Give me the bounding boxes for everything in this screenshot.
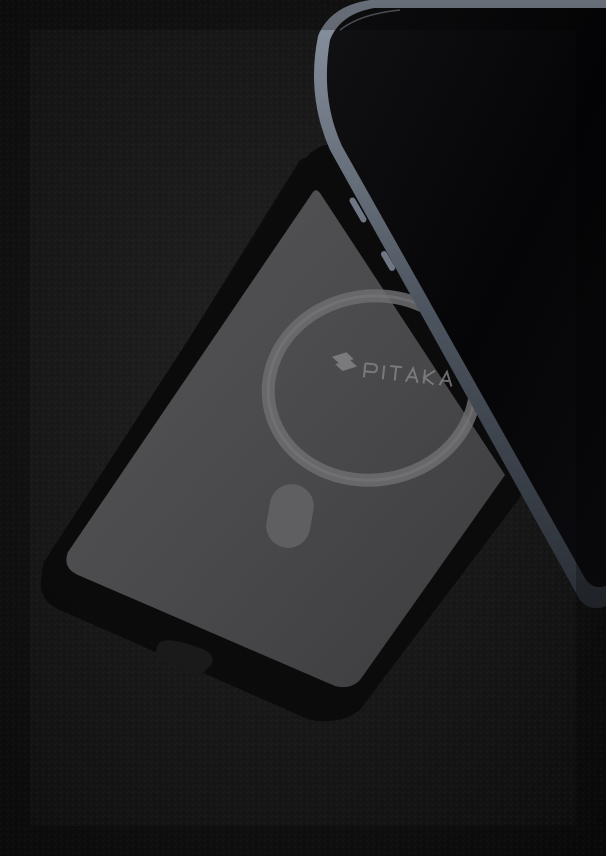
photo-canvas xyxy=(0,0,606,856)
product-photo xyxy=(0,0,606,856)
